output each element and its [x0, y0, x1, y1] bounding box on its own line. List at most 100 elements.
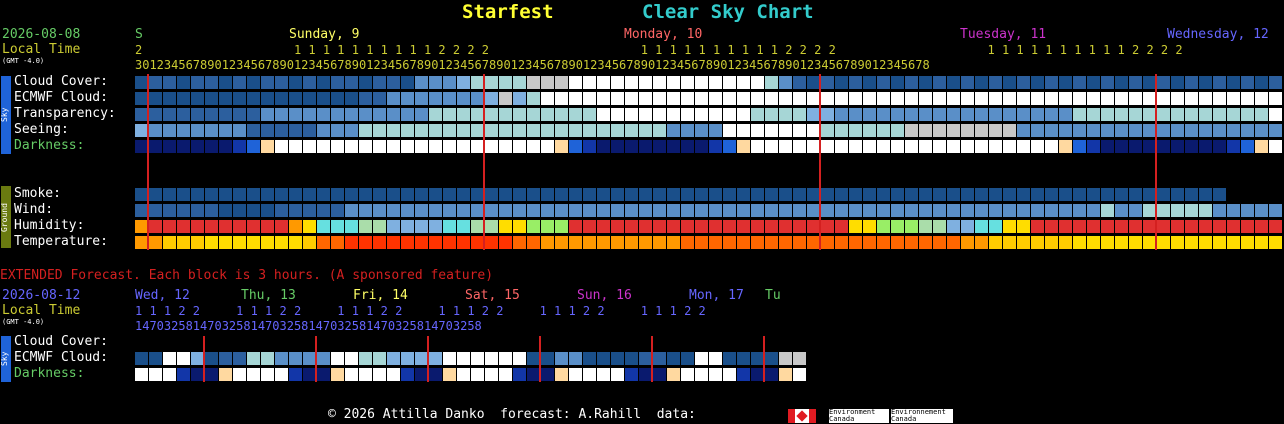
- sky-row-4-cell[interactable]: [233, 140, 246, 153]
- sky-row-4-cell[interactable]: [779, 140, 792, 153]
- ground-row-3-cell[interactable]: [317, 236, 330, 249]
- ground-row-3-cell[interactable]: [1269, 236, 1282, 249]
- ext-cloud-cell[interactable]: [163, 352, 176, 365]
- sky-row-4-cell[interactable]: [457, 140, 470, 153]
- sky-row-4-cell[interactable]: [331, 140, 344, 153]
- ground-row-3-cell[interactable]: [1255, 236, 1268, 249]
- ground-row-1-cell[interactable]: [541, 204, 554, 217]
- sky-row-0-cell[interactable]: [1241, 76, 1254, 89]
- ground-row-1-cell[interactable]: [695, 204, 708, 217]
- sky-row-1-cell[interactable]: [611, 92, 624, 105]
- ground-row-2-cell[interactable]: [1129, 220, 1142, 233]
- sky-row-0-cell[interactable]: [275, 76, 288, 89]
- sky-row-4-cell[interactable]: [765, 140, 778, 153]
- sky-row-0-cell[interactable]: [751, 76, 764, 89]
- sky-row-2-cell[interactable]: [149, 108, 162, 121]
- sky-row-1-cell[interactable]: [1059, 92, 1072, 105]
- sky-row-3-cell[interactable]: [289, 124, 302, 137]
- sky-row-0-cell[interactable]: [737, 76, 750, 89]
- ext-cloud-cell[interactable]: [401, 352, 414, 365]
- ground-row-3-cell[interactable]: [1171, 236, 1184, 249]
- sky-row-0-cell[interactable]: [723, 76, 736, 89]
- ground-row-0-cell[interactable]: [1199, 188, 1212, 201]
- ground-row-0-cell[interactable]: [191, 188, 204, 201]
- sky-row-1-cell[interactable]: [499, 92, 512, 105]
- sky-row-4-cell[interactable]: [1073, 140, 1086, 153]
- ext-cloud-cell[interactable]: [709, 352, 722, 365]
- ground-row-2-cell[interactable]: [1213, 220, 1226, 233]
- ground-row-1-cell[interactable]: [989, 204, 1002, 217]
- ground-row-3-cell[interactable]: [233, 236, 246, 249]
- sky-row-0-cell[interactable]: [261, 76, 274, 89]
- ext-darkness-cell[interactable]: [583, 368, 596, 381]
- ground-row-0-cell[interactable]: [891, 188, 904, 201]
- ground-row-1-cell[interactable]: [555, 204, 568, 217]
- ground-row-0-cell[interactable]: [583, 188, 596, 201]
- ground-row-0-cell[interactable]: [737, 188, 750, 201]
- sky-row-4-cell[interactable]: [527, 140, 540, 153]
- ground-row-3-cell[interactable]: [1045, 236, 1058, 249]
- ground-row-1-cell[interactable]: [219, 204, 232, 217]
- ground-row-3-cell[interactable]: [247, 236, 260, 249]
- sky-row-2-cell[interactable]: [681, 108, 694, 121]
- sky-row-2-cell[interactable]: [1213, 108, 1226, 121]
- sky-row-0-cell[interactable]: [415, 76, 428, 89]
- sky-row-4-cell[interactable]: [1199, 140, 1212, 153]
- ground-row-2-cell[interactable]: [191, 220, 204, 233]
- ground-row-1-cell[interactable]: [359, 204, 372, 217]
- ground-row-3-cell[interactable]: [1157, 236, 1170, 249]
- ground-row-2-cell[interactable]: [1003, 220, 1016, 233]
- ground-row-0-cell[interactable]: [1003, 188, 1016, 201]
- sky-row-3-cell[interactable]: [1031, 124, 1044, 137]
- ext-cloud-cell[interactable]: [793, 352, 806, 365]
- sky-row-3-cell[interactable]: [583, 124, 596, 137]
- ground-row-1-cell[interactable]: [751, 204, 764, 217]
- ground-row-2-cell[interactable]: [695, 220, 708, 233]
- sky-row-4-cell[interactable]: [541, 140, 554, 153]
- ground-row-0-cell[interactable]: [289, 188, 302, 201]
- sky-row-1-cell[interactable]: [163, 92, 176, 105]
- ground-row-2-cell[interactable]: [1031, 220, 1044, 233]
- ground-row-0-cell[interactable]: [821, 188, 834, 201]
- sky-row-3-cell[interactable]: [1199, 124, 1212, 137]
- ground-row-1-cell[interactable]: [317, 204, 330, 217]
- sky-row-3-cell[interactable]: [1115, 124, 1128, 137]
- sky-row-1-cell[interactable]: [149, 92, 162, 105]
- ground-row-1-cell[interactable]: [1157, 204, 1170, 217]
- sky-row-1-cell[interactable]: [919, 92, 932, 105]
- ground-row-2-cell[interactable]: [667, 220, 680, 233]
- ground-row-3-cell[interactable]: [751, 236, 764, 249]
- ground-row-3-cell[interactable]: [1087, 236, 1100, 249]
- ground-row-0-cell[interactable]: [513, 188, 526, 201]
- sky-row-3-cell[interactable]: [303, 124, 316, 137]
- ext-darkness-cell[interactable]: [233, 368, 246, 381]
- sky-row-1-cell[interactable]: [415, 92, 428, 105]
- ext-darkness-cell[interactable]: [135, 368, 148, 381]
- sky-row-2-cell[interactable]: [1073, 108, 1086, 121]
- ext-darkness-cell[interactable]: [163, 368, 176, 381]
- ground-row-1-cell[interactable]: [933, 204, 946, 217]
- sky-row-1-cell[interactable]: [345, 92, 358, 105]
- ground-row-0-cell[interactable]: [947, 188, 960, 201]
- ground-row-1-cell[interactable]: [779, 204, 792, 217]
- sky-row-1-cell[interactable]: [1087, 92, 1100, 105]
- ground-row-3-cell[interactable]: [513, 236, 526, 249]
- sky-row-1-cell[interactable]: [1031, 92, 1044, 105]
- ground-row-0-cell[interactable]: [709, 188, 722, 201]
- sky-row-3-cell[interactable]: [1059, 124, 1072, 137]
- ground-row-0-cell[interactable]: [247, 188, 260, 201]
- ground-row-2-cell[interactable]: [429, 220, 442, 233]
- ext-cloud-cell[interactable]: [443, 352, 456, 365]
- ext-darkness-cell[interactable]: [247, 368, 260, 381]
- ground-row-1-cell[interactable]: [1003, 204, 1016, 217]
- ground-row-2-cell[interactable]: [275, 220, 288, 233]
- ground-row-0-cell[interactable]: [877, 188, 890, 201]
- sky-row-4-cell[interactable]: [1031, 140, 1044, 153]
- ground-row-3-cell[interactable]: [149, 236, 162, 249]
- sky-row-0-cell[interactable]: [989, 76, 1002, 89]
- ground-row-3-cell[interactable]: [429, 236, 442, 249]
- sky-row-2-cell[interactable]: [1017, 108, 1030, 121]
- sky-row-2-cell[interactable]: [485, 108, 498, 121]
- sky-row-4-cell[interactable]: [821, 140, 834, 153]
- sky-row-0-cell[interactable]: [1213, 76, 1226, 89]
